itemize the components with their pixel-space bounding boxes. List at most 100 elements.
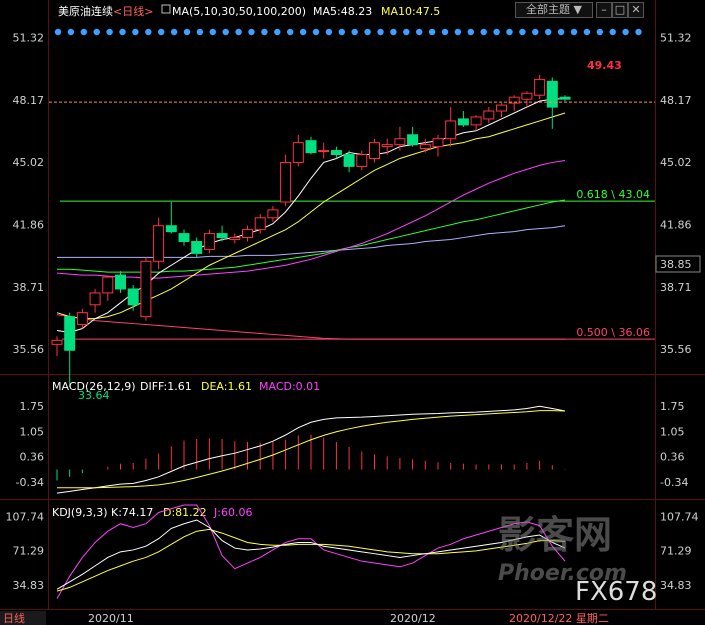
event-dot [416,28,423,36]
current-price-label: 38.85 [660,258,692,271]
event-dot [493,28,500,36]
kdj-tick-left: 107.74 [6,510,45,523]
candle-body [254,217,266,231]
price-tick-left: 35.56 [13,343,45,356]
macd-tick-left: 0.36 [20,450,45,463]
macd-tick-right: -0.34 [660,476,688,489]
candle-body [165,225,177,233]
candle-body [483,110,495,120]
event-dot [67,28,75,36]
macd-diff-readout: DIFF:1.61 [140,380,192,393]
event-dot [441,28,449,36]
event-dot [106,28,113,36]
event-dot [583,28,591,36]
candle-body [407,134,419,146]
candle-body [521,92,533,100]
event-dot [519,28,526,36]
candle-body [305,140,317,154]
watermark-brand: 影客网 [498,513,612,557]
event-dot [248,28,255,36]
price-tick-right: 48.17 [660,94,692,107]
event-dot [196,28,204,36]
price-tick-left: 41.86 [13,219,45,232]
close-icon[interactable]: ✕ [628,2,644,18]
macd-dea-readout: DEA:1.61 [201,380,252,393]
candle-body [470,116,482,126]
maximize-icon[interactable]: □ [612,2,628,18]
price-tick-left: 48.17 [13,94,45,107]
event-dot [158,28,165,36]
minimize-icon[interactable]: – [596,2,612,18]
candle-body [356,154,368,167]
candle-body [229,237,241,241]
ma-params-label: MA(5,10,30,50,100,200) [172,5,306,18]
kdj-k-readout: K:74.17 [111,506,153,519]
candle-body [419,144,431,150]
fib-label: 0.500 \ 36.06 [576,326,650,339]
event-dot [274,28,281,36]
chevron-down-icon: ▼ [573,3,582,16]
candle-body [330,150,342,156]
ma5-readout: MA5:48.23 [313,5,372,18]
event-dot [287,28,294,36]
event-dot [325,28,333,36]
candle-body [496,104,507,112]
event-dot [209,28,216,36]
candle-body [102,276,114,294]
event-dot [609,28,616,36]
candle-body [432,138,444,148]
event-dot [119,28,126,36]
candle-body [267,209,279,219]
price-tick-right: 45.02 [660,156,692,169]
macd-tick-right: 1.05 [660,425,685,438]
kdj-tick-right: 107.74 [660,510,699,523]
event-dot [570,28,578,36]
event-dot [222,28,229,36]
candle-body [178,233,190,243]
watermark-code: FX678 [575,577,657,607]
event-dot [93,28,100,36]
event-dot [557,28,565,36]
price-tick-right: 51.32 [660,31,692,44]
macd-tick-left: 1.05 [20,425,45,438]
event-dot [467,28,474,36]
kdj-j-readout: J:60.06 [213,506,252,519]
event-dot [532,28,539,36]
candle-body [89,292,101,306]
macd-value-readout: MACD:0.01 [259,380,320,393]
date-label-nov: 2020/11 [88,612,134,625]
candle-body [343,154,355,167]
chart-canvas: 美原油连续 <日线> MA(5,10,30,50,100,200) MA5:48… [0,0,705,625]
candle-body [216,233,228,239]
candle-body [64,316,76,351]
candle-body [127,288,139,306]
event-dot [545,28,552,36]
candle-body [280,161,292,203]
candle-body [457,118,469,126]
macd-tick-left: -0.34 [16,476,44,489]
event-dot [506,28,513,36]
macd-tick-left: 1.75 [20,400,45,413]
candle-body [559,96,571,100]
event-dot [235,28,242,36]
event-dot [312,28,320,36]
event-dot [183,28,191,36]
price-tick-right: 38.71 [660,281,692,294]
price-tick-right: 35.56 [660,343,692,356]
candle-body [76,312,88,326]
event-dot [635,28,642,36]
event-dot [170,28,178,36]
event-dot [261,28,268,36]
event-dot [622,28,629,36]
high-price-label: 49.43 [587,59,622,72]
event-dot [54,28,62,36]
candle-body [445,120,457,140]
candle-body [153,225,165,262]
period-label[interactable]: <日线> [113,4,153,18]
corner-period-label[interactable]: 日线 [3,611,25,625]
theme-select[interactable]: 全部主题 ▼ [515,2,593,18]
current-date-label: 2020/12/22 星期二 [509,612,609,625]
event-dot [351,28,358,36]
event-dot [480,28,487,36]
event-dot [338,28,345,36]
